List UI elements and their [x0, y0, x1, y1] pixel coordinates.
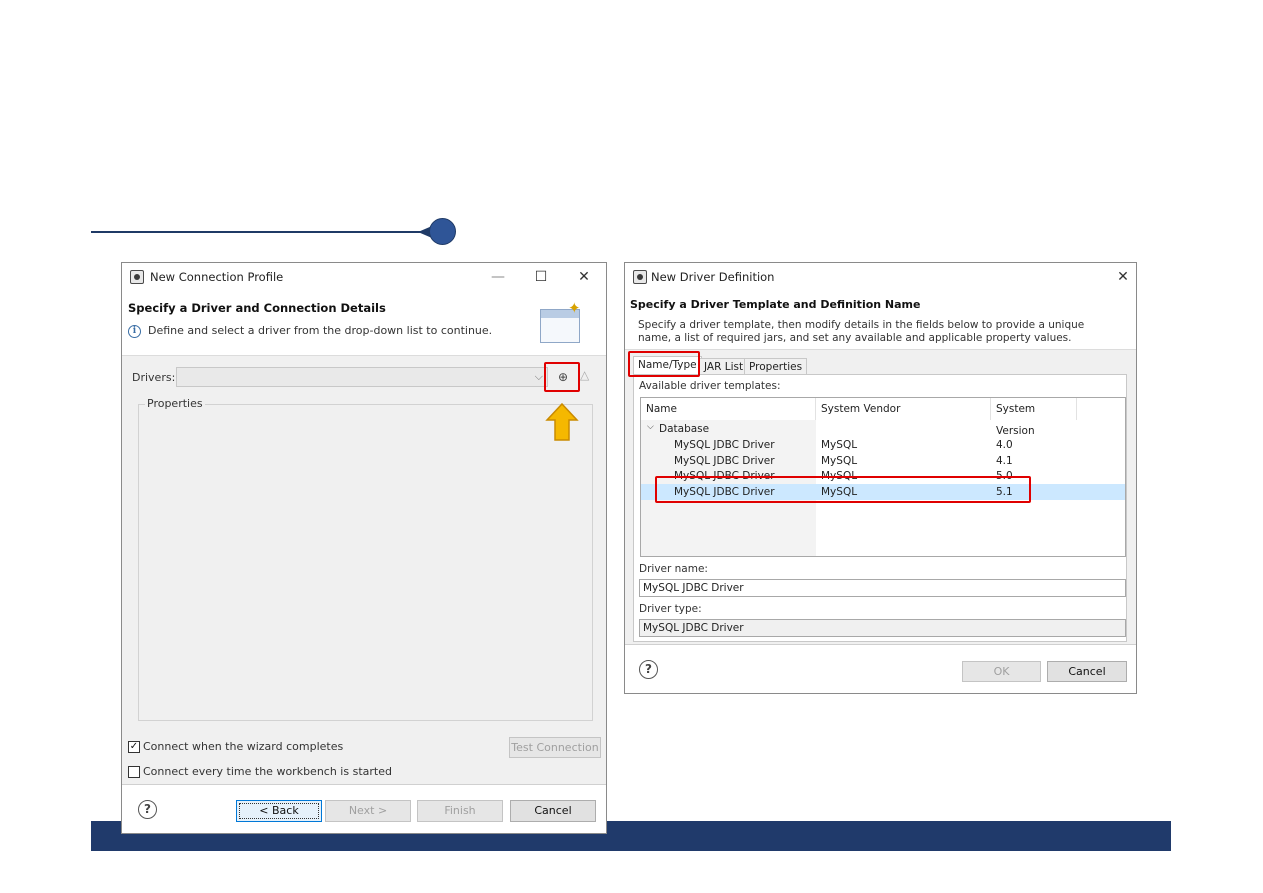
- connect-every-time-checkbox[interactable]: [128, 766, 140, 778]
- wizard-body: Drivers: ⌵ ⊕ △ Properties ✓ Connect when…: [122, 356, 606, 784]
- name-type-tab-highlight: [628, 351, 700, 377]
- button-bar-separator: [625, 644, 1136, 645]
- warning-triangle-icon: △: [580, 368, 590, 382]
- driver-type-label: Driver type:: [639, 603, 702, 615]
- name-type-panel: Available driver templates: Name ^ Syste…: [633, 374, 1127, 642]
- row-version: 4.1: [996, 455, 1013, 467]
- up-arrow-icon: [545, 402, 579, 441]
- column-header-version[interactable]: System Version: [991, 398, 1077, 437]
- driver-name-label: Driver name:: [639, 563, 708, 575]
- wizard-header-description: Define and select a driver from the drop…: [148, 324, 493, 337]
- ok-button[interactable]: OK: [962, 661, 1041, 682]
- new-connection-profile-dialog: New Connection Profile — ☐ ✕ Specify a D…: [121, 262, 607, 834]
- slide-divider-line: [91, 231, 436, 233]
- wizard-header: Specify a Driver and Connection Details …: [122, 291, 606, 356]
- test-connection-button[interactable]: Test Connection: [509, 737, 601, 758]
- chevron-down-icon: ⌵: [534, 370, 543, 383]
- title-bar: New Driver Definition ✕: [625, 263, 1136, 291]
- button-bar-separator: [122, 784, 606, 785]
- connect-every-time-label: Connect every time the workbench is star…: [143, 765, 392, 778]
- title-bar: New Connection Profile — ☐ ✕: [122, 263, 606, 291]
- wizard-header: Specify a Driver Template and Definition…: [625, 291, 1136, 350]
- connect-when-wizard-completes-label: Connect when the wizard completes: [143, 740, 344, 753]
- row-name: MySQL JDBC Driver: [674, 455, 775, 467]
- eclipse-app-icon: [633, 270, 647, 284]
- minimize-button[interactable]: —: [484, 267, 512, 287]
- slide-divider-dot: [429, 218, 456, 245]
- cancel-button[interactable]: Cancel: [1047, 661, 1127, 682]
- mysql-51-row-highlight: [655, 476, 1031, 503]
- chevron-down-icon[interactable]: ⌵: [647, 422, 654, 432]
- wizard-header-description-line2: name, a list of required jars, and set a…: [638, 332, 1072, 344]
- tree-group-database[interactable]: Database: [659, 422, 709, 436]
- dialog-title: New Connection Profile: [150, 270, 284, 284]
- driver-type-field: MySQL JDBC Driver: [639, 619, 1126, 637]
- connect-when-wizard-completes-checkbox[interactable]: ✓: [128, 741, 140, 753]
- wizard-header-title: Specify a Driver and Connection Details: [128, 301, 386, 315]
- tab-properties[interactable]: Properties: [744, 358, 808, 374]
- dialog-title: New Driver Definition: [651, 270, 775, 284]
- driver-name-field[interactable]: MySQL JDBC Driver: [639, 579, 1126, 597]
- available-templates-label: Available driver templates:: [639, 380, 781, 392]
- next-button[interactable]: Next >: [325, 800, 411, 822]
- finish-button[interactable]: Finish: [417, 800, 503, 822]
- eclipse-app-icon: [130, 270, 144, 284]
- help-icon[interactable]: ?: [138, 800, 157, 819]
- close-button[interactable]: ✕: [1109, 267, 1137, 287]
- cancel-button[interactable]: Cancel: [510, 800, 596, 822]
- properties-legend: Properties: [145, 397, 205, 410]
- info-icon: i: [128, 325, 141, 338]
- drivers-label: Drivers:: [132, 371, 176, 384]
- sparkle-icon: ✦: [568, 299, 581, 317]
- wizard-header-title: Specify a Driver Template and Definition…: [630, 298, 921, 311]
- drivers-combo[interactable]: ⌵: [176, 367, 548, 387]
- back-button[interactable]: < Back: [236, 800, 322, 822]
- properties-group: Properties: [138, 397, 593, 721]
- new-driver-button-highlight: [544, 362, 580, 392]
- row-vendor: MySQL: [821, 439, 858, 451]
- wizard-header-description-line1: Specify a driver template, then modify d…: [638, 319, 1085, 331]
- row-name: MySQL JDBC Driver: [674, 439, 775, 451]
- sort-ascending-icon: ^: [725, 397, 733, 404]
- row-version: 4.0: [996, 439, 1013, 451]
- maximize-button[interactable]: ☐: [527, 267, 555, 287]
- tab-jar-list[interactable]: JAR List: [699, 358, 749, 374]
- help-icon[interactable]: ?: [639, 660, 658, 679]
- column-header-vendor[interactable]: System Vendor: [816, 398, 991, 420]
- close-button[interactable]: ✕: [570, 267, 598, 287]
- row-vendor: MySQL: [821, 455, 858, 467]
